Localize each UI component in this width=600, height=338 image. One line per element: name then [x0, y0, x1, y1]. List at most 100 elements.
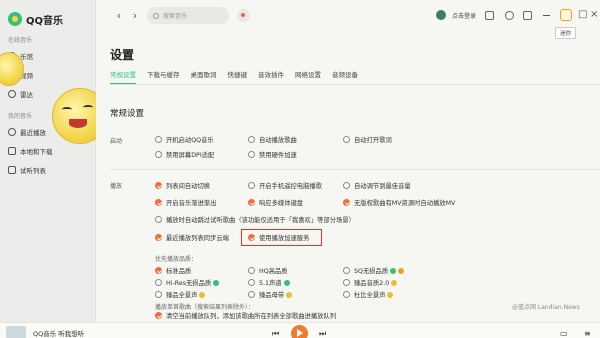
- quality-51[interactable]: 5.1声道: [248, 278, 290, 287]
- search-icon: [153, 12, 159, 19]
- sidebar-item-audition-list[interactable]: 试听列表: [0, 160, 95, 179]
- vip-badge-icon: [199, 291, 206, 298]
- radio-icon: [248, 291, 255, 298]
- checkbox-checked-icon: [155, 199, 162, 206]
- divider: [110, 169, 600, 170]
- option-media-keys[interactable]: 响应多媒体键盘: [248, 198, 303, 207]
- vip-badge-icon: [398, 267, 405, 274]
- app-window: QQ音乐 在线音乐 乐馆 视频 雷达 我的音乐 最近播放 本地和下载 试听列表: [0, 0, 600, 338]
- now-playing-title[interactable]: QQ音乐 听我想听: [33, 328, 84, 338]
- option-fade[interactable]: 开启音乐渐进渐出: [155, 198, 216, 207]
- checkbox-icon: [155, 151, 162, 158]
- option-disable-hw-accel[interactable]: 禁用硬件加速: [248, 150, 297, 159]
- quality-hires[interactable]: Hi-Res无损品质: [155, 278, 220, 287]
- playlist-icon[interactable]: ≡: [584, 329, 591, 338]
- checkbox-checked-icon: [155, 182, 162, 189]
- mini-mode-button[interactable]: [560, 9, 572, 21]
- checkbox-checked-icon: [248, 199, 255, 206]
- mail-icon[interactable]: [523, 11, 532, 20]
- quality-zhenpin-panorama[interactable]: 臻品全景声: [155, 290, 206, 299]
- watermark: @蓝点网 Landian.News: [512, 304, 580, 311]
- sidebar-item-label: 雷达: [20, 90, 33, 99]
- album-cover[interactable]: [6, 326, 26, 338]
- option-auto-mv[interactable]: 无版权歌曲有MV资源时自动播放MV: [343, 198, 455, 207]
- checkbox-icon: [155, 216, 162, 223]
- tab-download-cache[interactable]: 下载与缓存: [147, 69, 180, 85]
- sidebar-item-label: 乐馆: [20, 52, 33, 61]
- row-label-startup: 启动: [110, 138, 123, 145]
- tab-desktop-lyrics[interactable]: 桌面歌词: [191, 69, 217, 85]
- vip-badge-icon: [213, 279, 220, 286]
- radio-icon: [343, 291, 350, 298]
- tab-audio-device[interactable]: 音频设备: [332, 69, 358, 85]
- tab-shortcuts[interactable]: 快捷键: [228, 69, 248, 85]
- settings-gear-icon[interactable]: [505, 11, 514, 20]
- radio-icon: [248, 267, 255, 274]
- minimize-icon[interactable]: [543, 15, 550, 16]
- close-icon[interactable]: ×: [590, 9, 598, 20]
- app-logo[interactable]: QQ音乐: [0, 0, 95, 30]
- checkbox-icon: [343, 136, 350, 143]
- search-placeholder: 搜索音乐: [163, 13, 188, 20]
- checkbox-icon: [343, 182, 350, 189]
- quality-zhenpin-20[interactable]: 臻品音质2.0: [343, 278, 398, 287]
- vip-badge-icon: [390, 267, 397, 274]
- radio-icon: [343, 279, 350, 286]
- previous-icon[interactable]: ⏮: [272, 329, 279, 338]
- checkbox-checked-icon: [343, 199, 350, 206]
- option-phone-remote[interactable]: 开启手机遥控电脑播歌: [248, 181, 322, 190]
- tab-general[interactable]: 常规设置: [110, 69, 136, 85]
- vip-badge-icon: [283, 279, 290, 286]
- forward-arrow-icon[interactable]: ›: [130, 10, 140, 21]
- queue-label: 播放单首歌曲（搜索结果列表除外）：: [155, 304, 255, 311]
- checkbox-checked-icon: [155, 234, 162, 241]
- radar-icon: [8, 89, 16, 98]
- quality-label: 优先播放品质：: [155, 256, 198, 263]
- radio-icon: [343, 267, 350, 274]
- player-bar: QQ音乐 听我想听 ⏮ ⏭ ▭ ≡: [0, 322, 600, 338]
- option-list-auto-switch[interactable]: 列表间自动切换: [155, 181, 210, 190]
- option-auto-start[interactable]: 开机启动QQ音乐: [155, 135, 214, 144]
- quality-hq[interactable]: HQ高品质: [248, 266, 288, 275]
- option-queue-mode[interactable]: 清空当前播放队列，添加该歌曲所在列表全部歌曲进播放队列: [155, 311, 336, 320]
- option-auto-play[interactable]: 自动播放歌曲: [248, 135, 297, 144]
- skin-icon[interactable]: [485, 11, 494, 20]
- option-auto-volume[interactable]: 自动调节到最佳音量: [343, 181, 411, 190]
- play-button[interactable]: [291, 325, 308, 338]
- fullscreen-icon[interactable]: □: [578, 9, 587, 20]
- sidebar: QQ音乐 在线音乐 乐馆 视频 雷达 我的音乐 最近播放 本地和下载 试听列表: [0, 0, 108, 338]
- tab-network[interactable]: 网络设置: [295, 69, 321, 85]
- radio-icon: [248, 279, 255, 286]
- clock-icon: [8, 127, 16, 136]
- radio-selected-icon: [155, 312, 162, 319]
- section-title-general: 常规设置: [110, 109, 145, 119]
- qq-music-logo-icon: [8, 12, 22, 26]
- checkbox-icon: [248, 151, 255, 158]
- quality-sq[interactable]: SQ无损品质: [343, 266, 405, 275]
- row-label-play: 播放: [110, 183, 123, 190]
- back-arrow-icon[interactable]: ‹: [114, 10, 124, 21]
- search-input[interactable]: 搜索音乐: [147, 7, 229, 24]
- radio-selected-icon: [155, 267, 162, 274]
- option-auto-lyrics[interactable]: 自动打开歌词: [343, 135, 392, 144]
- option-sync-recent[interactable]: 最近播放列表同步云端: [155, 233, 229, 242]
- vip-badge-icon: [286, 291, 293, 298]
- list-icon: [8, 165, 16, 174]
- sidebar-item-label: 试听列表: [20, 166, 46, 175]
- login-link[interactable]: 点击登录: [452, 11, 476, 20]
- checkbox-icon: [248, 182, 255, 189]
- lyrics-icon[interactable]: ▭: [560, 329, 568, 338]
- radio-icon: [155, 291, 162, 298]
- quality-standard[interactable]: 标准品质: [155, 266, 191, 275]
- voice-search-icon[interactable]: [237, 9, 250, 22]
- quality-master-tape[interactable]: 臻品母带: [248, 290, 293, 299]
- option-disable-dpi[interactable]: 禁用屏幕DPI适配: [155, 150, 214, 159]
- avatar[interactable]: [436, 10, 446, 20]
- main-panel: ‹ › 搜索音乐 点击登录 □ × 迷你 设置 常规设置 下载与缓存 桌面歌词 …: [96, 0, 600, 338]
- next-icon[interactable]: ⏭: [319, 329, 326, 338]
- tab-sound-plugins[interactable]: 音效插件: [258, 69, 284, 85]
- tooltip: 迷你: [555, 27, 577, 39]
- highlight-annotation: [241, 229, 322, 246]
- quality-dolby[interactable]: 杜比全景声: [343, 290, 394, 299]
- option-skip-preview[interactable]: 播放时自动跳过试听歌曲（该功能仅适用于「我喜欢」等部分场景）: [155, 215, 355, 224]
